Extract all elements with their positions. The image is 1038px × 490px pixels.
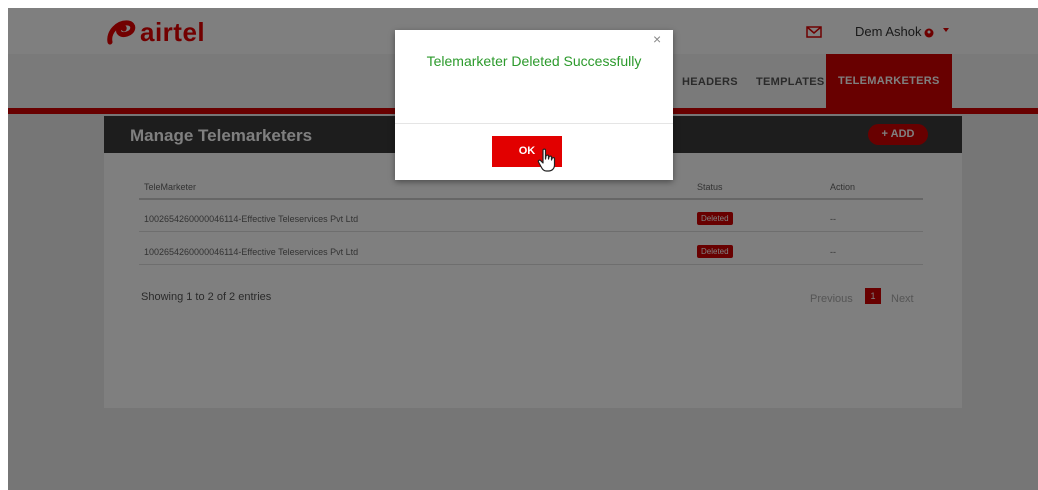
- app-window: airtel Dem Ashok HEADERS TEMPLATES TELEM…: [8, 8, 1038, 490]
- success-dialog: × Telemarketer Deleted Successfully OK: [395, 30, 673, 180]
- dialog-divider: [395, 123, 673, 124]
- hand-pointer-icon: [537, 148, 556, 172]
- close-icon[interactable]: ×: [653, 31, 661, 47]
- success-message: Telemarketer Deleted Successfully: [426, 53, 642, 69]
